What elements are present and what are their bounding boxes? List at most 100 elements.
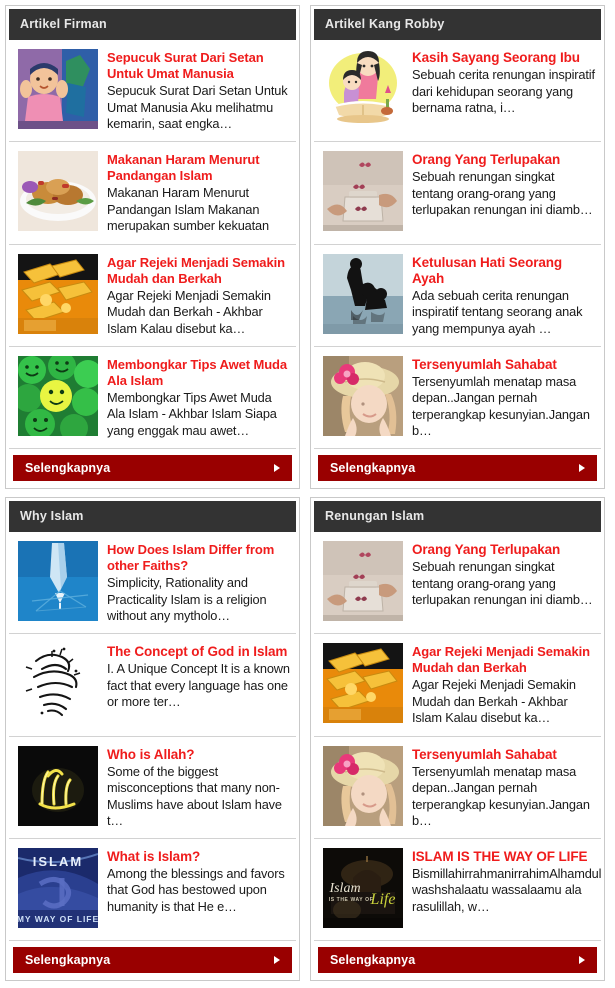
article-text: Sepucuk Surat Dari Setan Untuk Umat Manu… bbox=[107, 49, 290, 133]
list-item[interactable]: How Does Islam Differ from other Faiths?… bbox=[9, 532, 296, 635]
list-item[interactable]: Tersenyumlah Sahabat Tersenyumlah menatap… bbox=[314, 347, 601, 449]
article-title-link[interactable]: Sepucuk Surat Dari Setan Untuk Umat Manu… bbox=[107, 50, 290, 82]
triangle-right-icon bbox=[274, 464, 280, 472]
article-title-link[interactable]: Orang Yang Terlupakan bbox=[412, 152, 595, 168]
thumb-father-child-water[interactable] bbox=[323, 253, 403, 334]
panel-wrapper-0: Artikel Firman Sepucuk Surat Dari Setan U… bbox=[0, 0, 305, 492]
article-text: Kasih Sayang Seorang Ibu Sebuah cerita re… bbox=[412, 49, 595, 117]
list-item[interactable]: Agar Rejeki Menjadi Semakin Mudah dan Be… bbox=[314, 634, 601, 737]
article-excerpt: Tersenyumlah menatap masa depan..Jangan … bbox=[412, 373, 590, 439]
thumb-boy-illustration[interactable] bbox=[18, 49, 98, 129]
thumb-butterfly-jar[interactable] bbox=[323, 541, 403, 621]
article-title-link[interactable]: Tersenyumlah Sahabat bbox=[412, 357, 595, 373]
thumb-allah-gold-black[interactable] bbox=[18, 745, 98, 826]
article-text: Membongkar Tips Awet Muda Ala Islam Membo… bbox=[107, 356, 290, 440]
thumb-blue-pen[interactable] bbox=[18, 541, 98, 621]
article-title-link[interactable]: How Does Islam Differ from other Faiths? bbox=[107, 542, 290, 574]
thumb-mother-child-cartoon[interactable] bbox=[323, 49, 403, 129]
article-title-link[interactable]: Agar Rejeki Menjadi Semakin Mudah dan Be… bbox=[412, 644, 595, 676]
thumb-food-plate[interactable] bbox=[18, 151, 98, 232]
article-list: Kasih Sayang Seorang Ibu Sebuah cerita re… bbox=[314, 40, 601, 449]
article-title-link[interactable]: Who is Allah? bbox=[107, 747, 290, 763]
article-excerpt: Sepucuk Surat Dari Setan Untuk Umat Manu… bbox=[107, 83, 288, 131]
article-text: Agar Rejeki Menjadi Semakin Mudah dan Be… bbox=[412, 643, 595, 727]
article-text: ISLAM IS THE WAY OF LIFE Bismillahirrahma… bbox=[412, 848, 601, 916]
article-title-link[interactable]: Ketulusan Hati Seorang Ayah bbox=[412, 255, 595, 287]
read-more-label: Selengkapnya bbox=[330, 953, 416, 967]
widget-panel: Artikel Firman Sepucuk Surat Dari Setan U… bbox=[5, 5, 300, 489]
panel-wrapper-2: Why Islam How Does Islam Differ from othe… bbox=[0, 492, 305, 984]
thumb-islam-way-of-life-dark[interactable]: Islam IS THE WAY OF Life bbox=[323, 847, 403, 928]
thumb-arabic-calligraphy-white[interactable] bbox=[18, 643, 98, 724]
article-excerpt: Simplicity, Rationality and Practicality… bbox=[107, 575, 267, 623]
article-text: How Does Islam Differ from other Faiths?… bbox=[107, 541, 290, 625]
thumb-gold-bars[interactable] bbox=[18, 253, 98, 334]
article-text: Makanan Haram Menurut Pandangan Islam Mak… bbox=[107, 151, 290, 235]
list-item[interactable]: Makanan Haram Menurut Pandangan Islam Mak… bbox=[9, 142, 296, 245]
article-title-link[interactable]: Membongkar Tips Awet Muda Ala Islam bbox=[107, 357, 290, 389]
read-more-button[interactable]: Selengkapnya bbox=[13, 947, 292, 973]
article-text: Orang Yang Terlupakan Sebuah renungan sin… bbox=[412, 541, 595, 609]
list-item[interactable]: Tersenyumlah Sahabat Tersenyumlah menatap… bbox=[314, 737, 601, 839]
list-item[interactable]: Orang Yang Terlupakan Sebuah renungan sin… bbox=[314, 142, 601, 245]
article-excerpt: Some of the biggest misconceptions that … bbox=[107, 763, 282, 829]
article-list: How Does Islam Differ from other Faiths?… bbox=[9, 532, 296, 941]
article-title-link[interactable]: Tersenyumlah Sahabat bbox=[412, 747, 595, 763]
thumb-green-smileys[interactable] bbox=[18, 355, 98, 436]
list-item[interactable]: Orang Yang Terlupakan Sebuah renungan sin… bbox=[314, 532, 601, 635]
read-more-button[interactable]: Selengkapnya bbox=[13, 455, 292, 481]
panel-header-title: Artikel Kang Robby bbox=[314, 9, 601, 40]
article-text: Tersenyumlah Sahabat Tersenyumlah menatap… bbox=[412, 746, 595, 830]
triangle-right-icon bbox=[579, 956, 585, 964]
read-more-label: Selengkapnya bbox=[330, 461, 416, 475]
panel-wrapper-3: Renungan Islam Orang Yang Terlupakan Sebua… bbox=[305, 492, 610, 984]
list-item[interactable]: Islam IS THE WAY OF Life ISLAM IS THE WAY O… bbox=[314, 839, 601, 941]
read-more-button[interactable]: Selengkapnya bbox=[318, 455, 597, 481]
svg-text:Life: Life bbox=[370, 891, 396, 908]
read-more-label: Selengkapnya bbox=[25, 461, 111, 475]
svg-text:IS THE WAY OF: IS THE WAY OF bbox=[329, 897, 373, 903]
article-text: What is Islam? Among the blessings and f… bbox=[107, 848, 290, 916]
thumb-girl-hat[interactable] bbox=[323, 745, 403, 826]
read-more-label: Selengkapnya bbox=[25, 953, 111, 967]
thumb-islam-my-way-of-life[interactable]: ISLAM MY WAY OF LIFE bbox=[18, 847, 98, 928]
article-excerpt: Sebuah renungan singkat tentang orang-or… bbox=[412, 169, 593, 218]
article-title-link[interactable]: ISLAM IS THE WAY OF LIFE bbox=[412, 849, 595, 865]
article-excerpt: Makanan Haram Menurut Pandangan Islam Ma… bbox=[107, 185, 269, 234]
list-item[interactable]: Agar Rejeki Menjadi Semakin Mudah dan Be… bbox=[9, 245, 296, 347]
article-title-link[interactable]: What is Islam? bbox=[107, 849, 290, 865]
article-excerpt: Agar Rejeki Menjadi Semakin Mudah dan Be… bbox=[107, 287, 271, 336]
article-list: Orang Yang Terlupakan Sebuah renungan sin… bbox=[314, 532, 601, 941]
list-item[interactable]: Membongkar Tips Awet Muda Ala Islam Membo… bbox=[9, 347, 296, 449]
svg-text:ISLAM: ISLAM bbox=[33, 854, 83, 869]
article-excerpt: BismillahirrahmanirrahimAlhamdulillah, w… bbox=[412, 865, 601, 914]
read-more-button[interactable]: Selengkapnya bbox=[318, 947, 597, 973]
article-list: Sepucuk Surat Dari Setan Untuk Umat Manu… bbox=[9, 40, 296, 449]
article-title-link[interactable]: The Concept of God in Islam bbox=[107, 644, 290, 660]
list-item[interactable]: Who is Allah? Some of the biggest misconc… bbox=[9, 737, 296, 839]
article-title-link[interactable]: Orang Yang Terlupakan bbox=[412, 542, 595, 558]
list-item[interactable]: Sepucuk Surat Dari Setan Untuk Umat Manu… bbox=[9, 40, 296, 143]
thumb-girl-hat[interactable] bbox=[323, 355, 403, 436]
article-excerpt: Ada sebuah cerita renungan inspiratif te… bbox=[412, 287, 583, 336]
widget-panel: Artikel Kang Robby Kasih Sayang Seorang I… bbox=[310, 5, 605, 489]
article-title-link[interactable]: Makanan Haram Menurut Pandangan Islam bbox=[107, 152, 290, 184]
list-item[interactable]: Kasih Sayang Seorang Ibu Sebuah cerita re… bbox=[314, 40, 601, 143]
article-excerpt: Among the blessings and favors that God … bbox=[107, 865, 285, 914]
article-title-link[interactable]: Agar Rejeki Menjadi Semakin Mudah dan Be… bbox=[107, 255, 290, 287]
article-excerpt: I. A Unique Concept It is a known fact t… bbox=[107, 661, 290, 710]
list-item[interactable]: Ketulusan Hati Seorang Ayah Ada sebuah ce… bbox=[314, 245, 601, 347]
panel-header-title: Artikel Firman bbox=[9, 9, 296, 40]
article-excerpt: Tersenyumlah menatap masa depan..Jangan … bbox=[412, 763, 590, 829]
thumb-gold-bars[interactable] bbox=[323, 643, 403, 724]
article-excerpt: Agar Rejeki Menjadi Semakin Mudah dan Be… bbox=[412, 677, 576, 726]
thumb-butterfly-jar[interactable] bbox=[323, 151, 403, 232]
article-text: The Concept of God in Islam I. A Unique C… bbox=[107, 643, 290, 711]
list-item[interactable]: ISLAM MY WAY OF LIFE What is Islam? Among … bbox=[9, 839, 296, 941]
article-title-link[interactable]: Kasih Sayang Seorang Ibu bbox=[412, 50, 595, 66]
widget-grid: Artikel Firman Sepucuk Surat Dari Setan U… bbox=[0, 0, 615, 988]
article-text: Orang Yang Terlupakan Sebuah renungan sin… bbox=[412, 151, 595, 219]
list-item[interactable]: The Concept of God in Islam I. A Unique C… bbox=[9, 634, 296, 737]
widget-panel: Renungan Islam Orang Yang Terlupakan Sebua… bbox=[310, 497, 605, 981]
svg-text:MY WAY OF LIFE: MY WAY OF LIFE bbox=[18, 914, 98, 924]
